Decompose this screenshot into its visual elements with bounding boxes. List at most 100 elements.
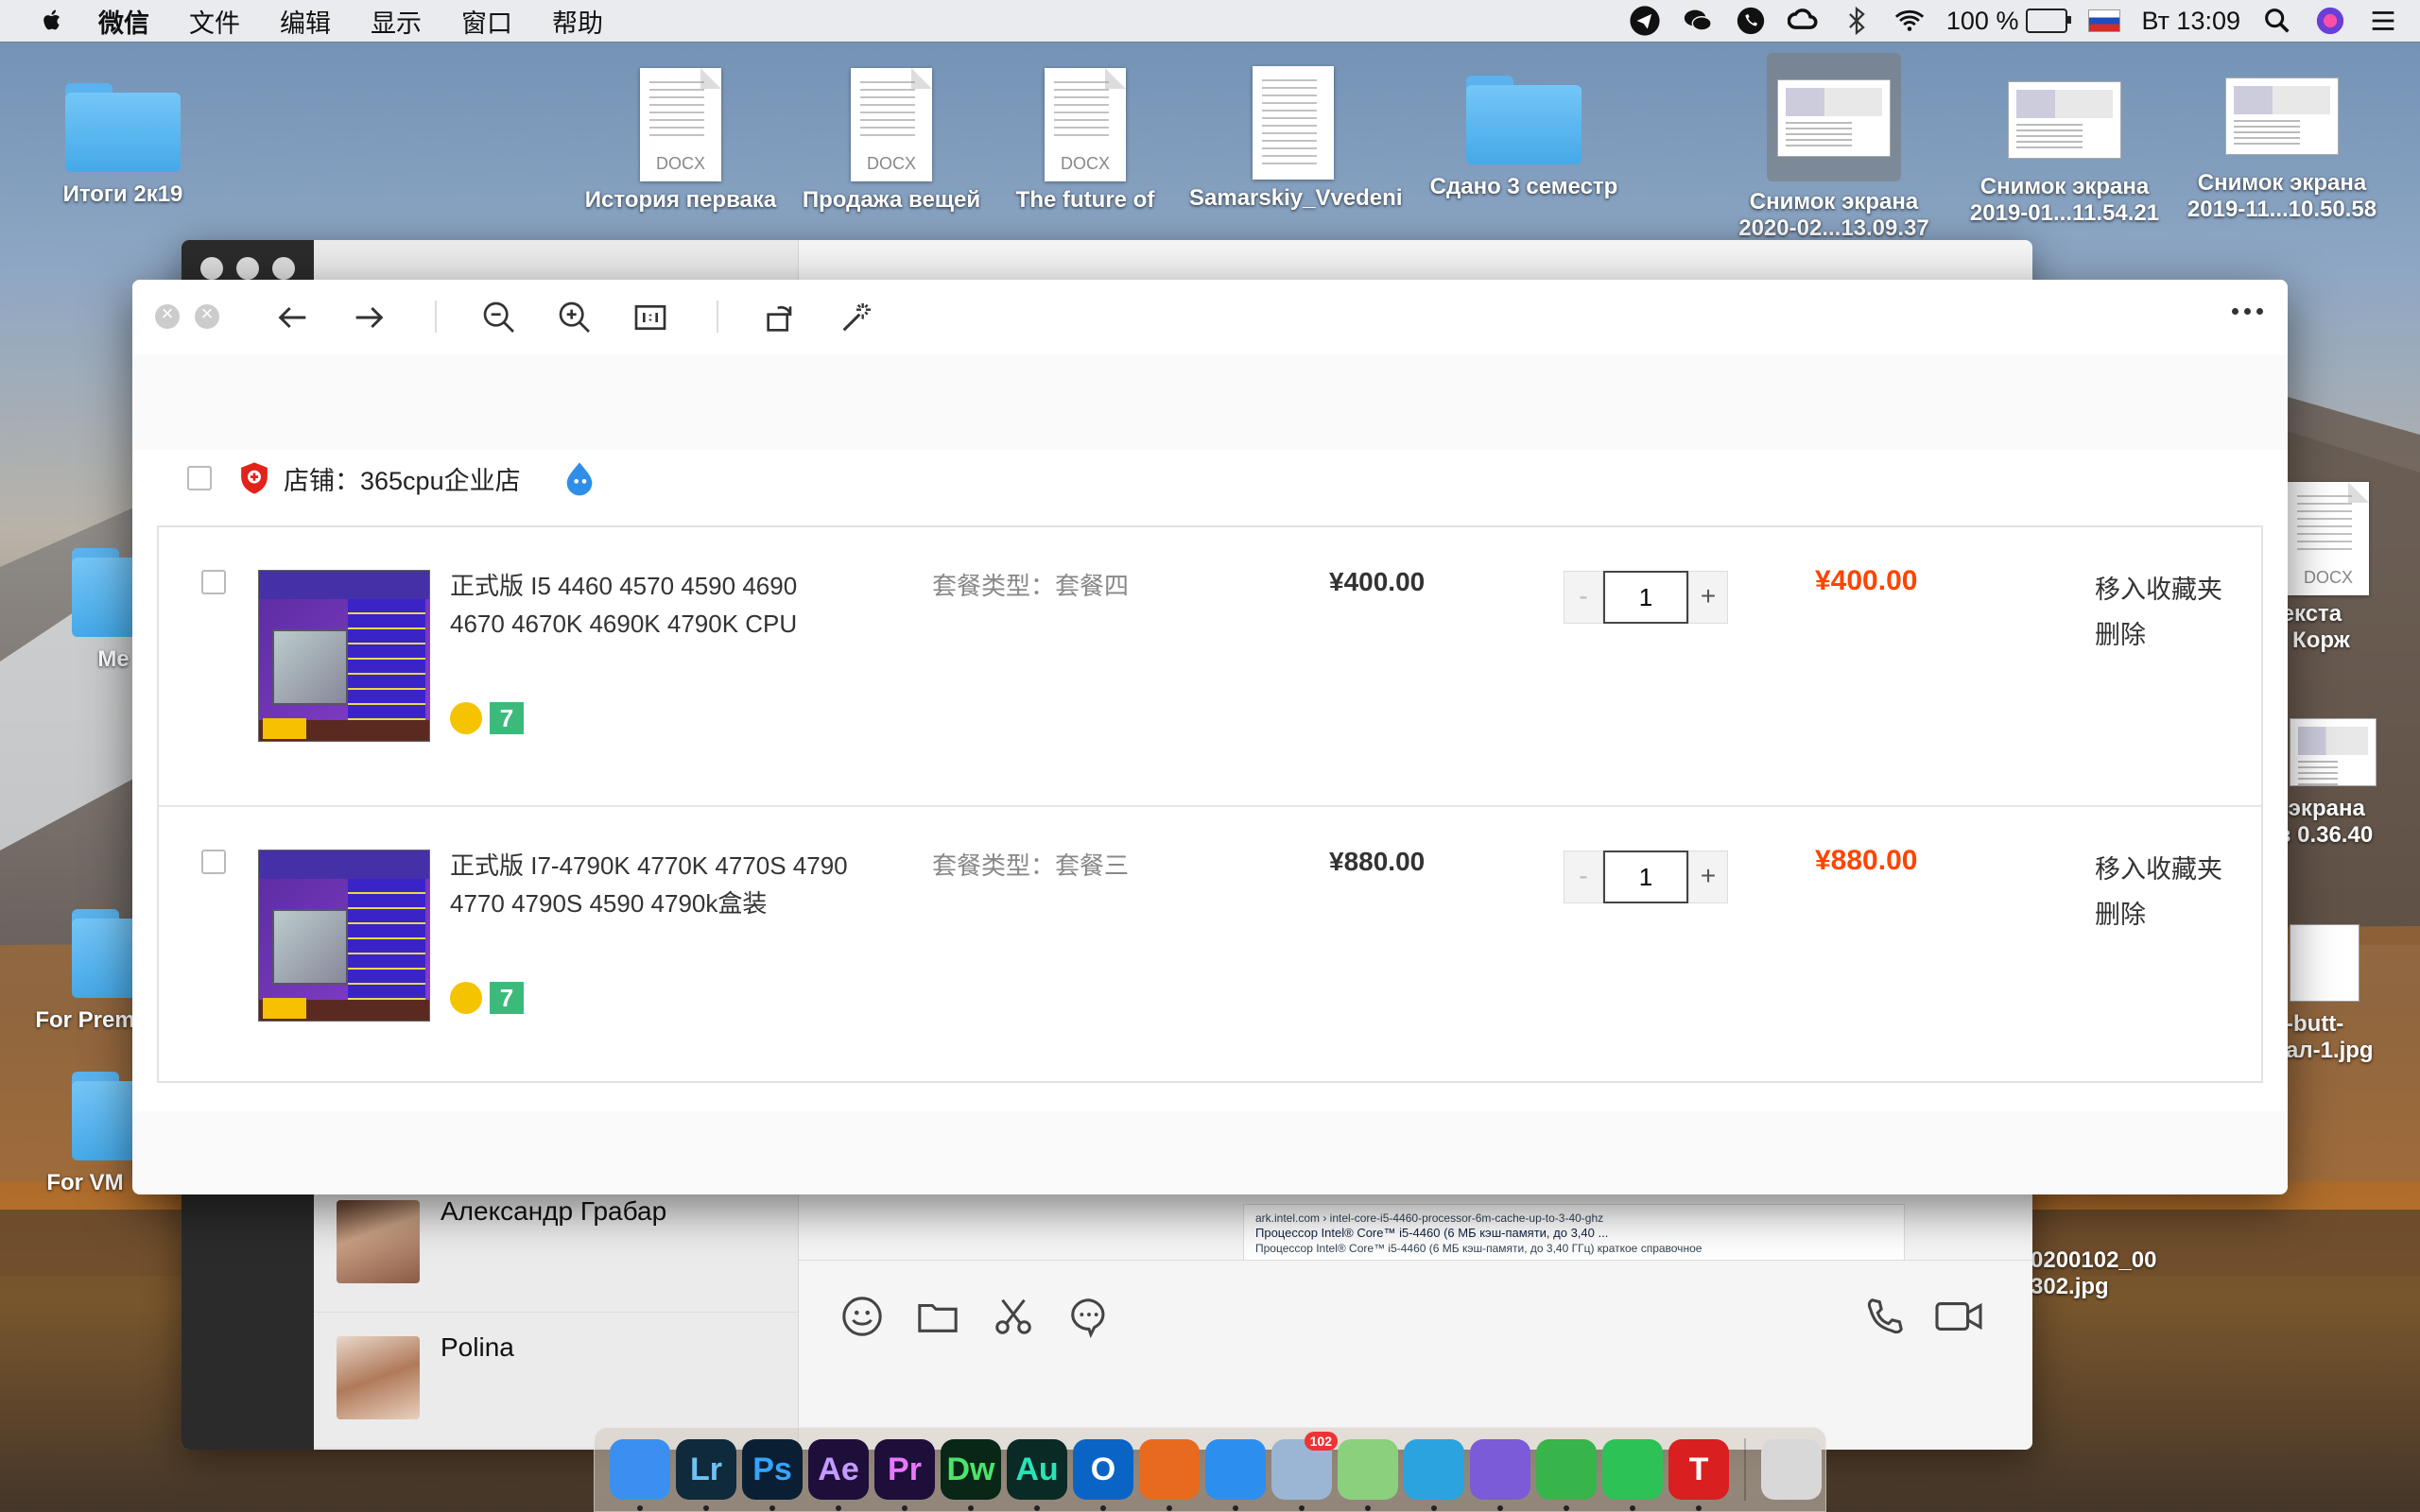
zoom-in-icon[interactable] bbox=[556, 299, 594, 336]
menu-file[interactable]: 文件 bbox=[189, 3, 240, 40]
item-checkbox[interactable] bbox=[201, 570, 226, 594]
actual-size-icon[interactable] bbox=[631, 299, 669, 336]
pdf-file-icon bbox=[1253, 66, 1334, 180]
dock-app-safari-icon[interactable] bbox=[1205, 1439, 1266, 1511]
emoji-icon[interactable] bbox=[840, 1295, 884, 1338]
creative-cloud-icon[interactable] bbox=[1787, 5, 1820, 37]
dock-app-finder-icon[interactable] bbox=[610, 1439, 670, 1511]
qty-increase-button[interactable]: + bbox=[1688, 571, 1728, 624]
product-thumbnail[interactable] bbox=[258, 570, 430, 742]
dock-app-firefox-icon[interactable] bbox=[1139, 1439, 1200, 1511]
bluetooth-icon[interactable] bbox=[1841, 5, 1873, 37]
notification-center-icon[interactable] bbox=[2367, 5, 2399, 37]
apple-logo-icon[interactable] bbox=[38, 7, 66, 35]
dock-app-premiere-icon[interactable]: Pr bbox=[874, 1439, 935, 1511]
dock-app-photoshop-icon[interactable]: Ps bbox=[742, 1439, 803, 1511]
desktop-screenshot-2019-01[interactable]: Снимок экрана 2019-01...11.54.21 bbox=[1961, 81, 2169, 227]
previous-arrow-icon[interactable] bbox=[274, 299, 312, 336]
scissors-icon[interactable] bbox=[992, 1295, 1035, 1338]
viber-status-icon[interactable] bbox=[1735, 5, 1767, 37]
qty-input[interactable]: 1 bbox=[1603, 571, 1688, 624]
qty-decrease-button[interactable]: - bbox=[1564, 850, 1603, 903]
desktop-image-butt[interactable]: -butt- ал-1.jpg bbox=[2286, 924, 2420, 1064]
delete-link[interactable]: 删除 bbox=[2095, 612, 2222, 658]
menu-window[interactable]: 窗口 bbox=[461, 3, 512, 40]
dock-app-whatsapp-icon[interactable] bbox=[1602, 1439, 1663, 1511]
menu-edit[interactable]: 编辑 bbox=[280, 3, 331, 40]
dock-app-trash-icon[interactable] bbox=[1761, 1439, 1822, 1500]
cart-item-row: 正式版 I5 4460 4570 4590 4690 4670 4670K 46… bbox=[159, 527, 2261, 805]
next-arrow-icon[interactable] bbox=[350, 299, 388, 336]
desktop-screenshot-2020[interactable]: Снимок экрана 2020-02...13.09.37 bbox=[1730, 53, 1938, 242]
desktop-doc-future[interactable]: DOCX The future of bbox=[981, 68, 1189, 214]
close-dot-icon[interactable] bbox=[200, 257, 223, 280]
contact-item[interactable]: Александр Грабар bbox=[314, 1177, 798, 1313]
menu-clock[interactable]: Вт 13:09 bbox=[2141, 7, 2240, 36]
qty-input[interactable]: 1 bbox=[1603, 850, 1688, 903]
product-thumbnail[interactable] bbox=[258, 850, 430, 1022]
wifi-icon[interactable] bbox=[1893, 5, 1926, 37]
image-file-icon bbox=[2290, 924, 2360, 1002]
desktop-folder-sdano[interactable]: Сдано 3 семестр bbox=[1420, 76, 1628, 200]
rotate-icon[interactable] bbox=[762, 299, 800, 336]
move-to-favorites-link[interactable]: 移入收藏夹 bbox=[2095, 567, 2222, 612]
telegram-status-icon[interactable] bbox=[1629, 5, 1661, 37]
shop-checkbox[interactable] bbox=[187, 466, 212, 490]
magic-wand-icon[interactable] bbox=[838, 299, 875, 336]
dock-app-typora-icon[interactable]: T bbox=[1668, 1439, 1729, 1511]
move-to-favorites-link[interactable]: 移入收藏夹 bbox=[2095, 847, 2222, 892]
product-title[interactable]: 正式版 I7-4790K 4770K 4770S 4790 4770 4790S… bbox=[450, 847, 866, 922]
desktop-doc-prodazha[interactable]: DOCX Продажа вещей bbox=[787, 68, 995, 214]
desktop-screenshot-036[interactable]: к экрана .в 0.36.40 bbox=[2271, 718, 2420, 849]
siri-icon[interactable] bbox=[2314, 5, 2346, 37]
dock-app-after-effects-icon[interactable]: Ae bbox=[808, 1439, 869, 1511]
zoom-dot-icon[interactable] bbox=[272, 257, 295, 280]
dock-app-audition-icon[interactable]: Au bbox=[1007, 1439, 1067, 1511]
minimize-button[interactable] bbox=[195, 301, 219, 329]
wechat-status-icon[interactable] bbox=[1682, 5, 1714, 37]
input-source-flag-icon[interactable] bbox=[2088, 9, 2121, 32]
desktop-doc-istoriya[interactable]: DOCX История первака bbox=[577, 68, 785, 214]
dock-app-telegram-icon[interactable] bbox=[1404, 1439, 1464, 1511]
menu-app-name[interactable]: 微信 bbox=[98, 3, 149, 40]
wangwang-chat-icon[interactable] bbox=[561, 459, 598, 497]
running-indicator-dot bbox=[1299, 1505, 1305, 1511]
video-call-icon[interactable] bbox=[1933, 1295, 1984, 1338]
dock-app-label: O bbox=[1090, 1451, 1116, 1487]
qty-increase-button[interactable]: + bbox=[1688, 850, 1728, 903]
menu-view[interactable]: 显示 bbox=[371, 3, 422, 40]
more-options-icon[interactable] bbox=[2232, 308, 2263, 315]
desktop-screenshot-2019-11[interactable]: Снимок экрана 2019-11...10.50.58 bbox=[2178, 77, 2386, 223]
dock-app-dreamweaver-icon[interactable]: Dw bbox=[941, 1439, 1001, 1511]
delete-link[interactable]: 删除 bbox=[2095, 892, 2222, 937]
desktop-pdf-samarskiy[interactable]: Samarskiy_Vvedeni bbox=[1189, 66, 1402, 212]
link-preview-card[interactable]: ark.intel.com › intel-core-i5-4460-proce… bbox=[1243, 1204, 1905, 1261]
dock-app-preview-icon[interactable]: 102 bbox=[1271, 1432, 1338, 1511]
item-checkbox[interactable] bbox=[201, 850, 226, 874]
zoom-out-icon[interactable] bbox=[480, 299, 518, 336]
desktop-folder-itogi[interactable]: Итоги 2к19 bbox=[19, 83, 227, 208]
dock-app-viber-icon[interactable] bbox=[1470, 1439, 1530, 1511]
voice-call-icon[interactable] bbox=[1863, 1295, 1907, 1338]
spotlight-search-icon[interactable] bbox=[2261, 5, 2293, 37]
minimize-dot-icon[interactable] bbox=[236, 257, 259, 280]
qty-decrease-button[interactable]: - bbox=[1564, 571, 1603, 624]
chat-bubble-icon[interactable] bbox=[1067, 1295, 1111, 1338]
dock-app-lightroom-icon[interactable]: Lr bbox=[676, 1439, 736, 1511]
running-indicator-dot bbox=[703, 1505, 709, 1511]
menu-help[interactable]: 帮助 bbox=[552, 3, 603, 40]
dock-app-maps-icon[interactable] bbox=[1338, 1439, 1398, 1511]
desktop-icon-label: Снимок экрана bbox=[1979, 174, 2150, 199]
dock-separator bbox=[1744, 1438, 1746, 1501]
dock-app-outlook-icon[interactable]: O bbox=[1073, 1439, 1133, 1511]
close-button[interactable] bbox=[155, 301, 180, 329]
screenshot-file-icon bbox=[2225, 77, 2339, 155]
product-title[interactable]: 正式版 I5 4460 4570 4590 4690 4670 4670K 46… bbox=[450, 567, 856, 643]
contact-name: Polina bbox=[441, 1332, 514, 1362]
desktop-image-0200102[interactable]: 0200102_00 302.jpg bbox=[2031, 1247, 2257, 1300]
desktop-icon-label: Снимок экрана bbox=[2197, 170, 2367, 196]
folder-icon[interactable] bbox=[916, 1295, 959, 1338]
dock-app-wechat-icon[interactable] bbox=[1536, 1439, 1597, 1511]
shop-name[interactable]: 店铺：365cpu企业店 bbox=[284, 460, 521, 497]
battery-indicator[interactable]: 100 % bbox=[1946, 7, 2072, 36]
